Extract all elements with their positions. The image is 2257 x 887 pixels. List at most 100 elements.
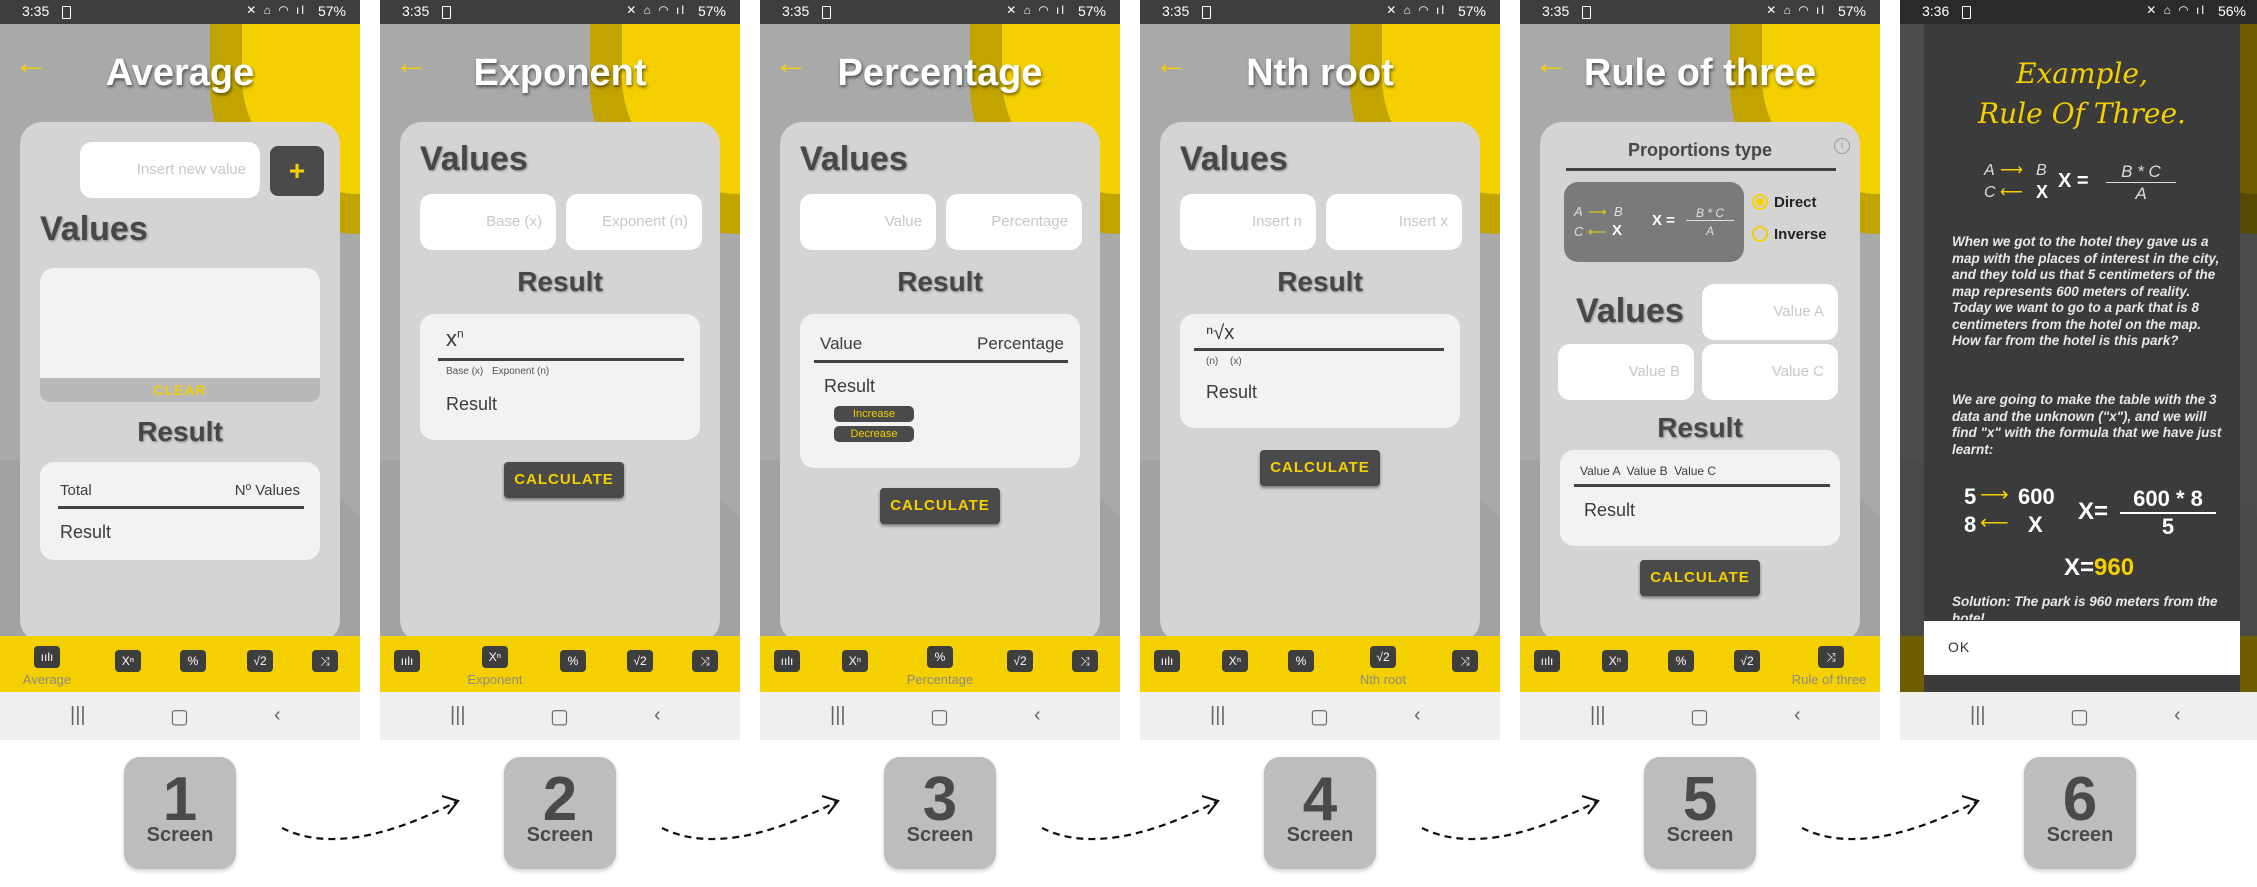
average-icon[interactable]: ıılı — [774, 650, 800, 672]
root-icon[interactable]: √2 — [1734, 650, 1760, 672]
home-icon[interactable]: ▢ — [550, 704, 569, 729]
page-title: Percentage — [837, 52, 1043, 94]
home-icon[interactable]: ▢ — [170, 704, 189, 729]
step-number: 1 — [162, 765, 198, 834]
percentage-input[interactable]: Percentage — [946, 194, 1082, 250]
exponent-icon[interactable]: Xⁿ — [482, 646, 508, 668]
status-time: 3:35 — [22, 3, 50, 19]
diagram-x: X — [1612, 222, 1623, 239]
exponent-icon[interactable]: Xⁿ — [842, 650, 868, 672]
value-input[interactable]: Value — [800, 194, 936, 250]
value-c-input[interactable]: Value C — [1702, 344, 1838, 400]
nav-label-exponent[interactable]: Exponent — [450, 672, 540, 687]
average-icon[interactable]: ıılı — [34, 646, 60, 668]
increase-button[interactable]: Increase — [834, 406, 914, 422]
home-icon[interactable]: ▢ — [930, 704, 949, 729]
root-icon[interactable]: √2 — [1370, 646, 1396, 668]
recent-apps-icon[interactable]: ||| — [1970, 704, 1986, 727]
direct-radio[interactable] — [1752, 194, 1768, 210]
percentage-icon[interactable]: % — [560, 650, 586, 672]
back-icon[interactable]: ‹ — [1034, 704, 1041, 727]
dashed-arrow-icon — [1421, 794, 1600, 841]
root-icon[interactable]: √2 — [1007, 650, 1033, 672]
formula-exponent: n — [457, 326, 464, 341]
legend-x: (x) — [1230, 356, 1242, 367]
rule-of-three-icon[interactable]: ⤨ — [692, 650, 718, 672]
formula-numerator: B * C — [1686, 206, 1734, 221]
formula: xn — [446, 326, 464, 352]
new-value-input[interactable]: Insert new value — [80, 142, 260, 198]
root-icon[interactable]: √2 — [247, 650, 273, 672]
nav-label-nth-root[interactable]: Nth root — [1338, 672, 1428, 687]
back-icon[interactable]: ‹ — [1414, 704, 1421, 727]
back-icon[interactable]: ‹ — [1794, 704, 1801, 727]
x-input[interactable]: Insert x — [1326, 194, 1462, 250]
rule-of-three-icon[interactable]: ⤨ — [1452, 650, 1478, 672]
home-icon[interactable]: ▢ — [1690, 704, 1709, 729]
back-icon[interactable]: ‹ — [654, 704, 661, 727]
recent-apps-icon[interactable]: ||| — [1590, 704, 1606, 727]
value-b-input[interactable]: Value B — [1558, 344, 1694, 400]
inverse-label[interactable]: Inverse — [1774, 226, 1827, 243]
home-icon[interactable]: ▢ — [1310, 704, 1329, 729]
exponent-icon[interactable]: Xⁿ — [1222, 650, 1248, 672]
n-input[interactable]: Insert n — [1180, 194, 1316, 250]
exponent-icon[interactable]: Xⁿ — [1602, 650, 1628, 672]
decrease-button[interactable]: Decrease — [834, 426, 914, 442]
rule-of-three-icon[interactable]: ⤨ — [312, 650, 338, 672]
nav-label-rule-of-three[interactable]: Rule of three — [1784, 672, 1874, 687]
home-icon[interactable]: ▢ — [2070, 704, 2089, 729]
clear-button[interactable]: CLEAR — [40, 378, 320, 402]
arrow-left-icon: ⟵ — [1588, 224, 1607, 239]
percentage-icon[interactable]: % — [1288, 650, 1314, 672]
example-paragraph-2: We are going to make the table with the … — [1952, 392, 2222, 457]
calculate-button[interactable]: CALCULATE — [504, 462, 624, 498]
result-panel: Value Percentage Result Increase Decreas… — [800, 314, 1080, 468]
rule-of-three-icon[interactable]: ⤨ — [1072, 650, 1098, 672]
info-icon[interactable]: i — [1834, 138, 1850, 154]
nav-label-average[interactable]: Average — [2, 672, 92, 687]
calculate-button[interactable]: CALCULATE — [1640, 560, 1760, 596]
percentage-icon[interactable]: % — [927, 646, 953, 668]
calculate-button[interactable]: CALCULATE — [1260, 450, 1380, 486]
base-input[interactable]: Base (x) — [420, 194, 556, 250]
exponent-input[interactable]: Exponent (n) — [566, 194, 702, 250]
values-heading: Values — [1576, 292, 1684, 330]
battery-level: 57% — [1457, 3, 1486, 19]
exponent-icon[interactable]: Xⁿ — [115, 650, 141, 672]
result-label: Result — [1584, 500, 1636, 520]
direct-label[interactable]: Direct — [1774, 194, 1817, 211]
diagram-a: A — [1984, 162, 1995, 179]
proportion-diagram[interactable]: A ⟶ B C ⟵ X X = B * C A — [1564, 182, 1744, 262]
value-a-input[interactable]: Value A — [1702, 284, 1838, 340]
average-icon[interactable]: ıılı — [1154, 650, 1180, 672]
rule-of-three-icon[interactable]: ⤨ — [1818, 646, 1844, 668]
content-card: Proportions type i A ⟶ B C ⟵ X X = B * C… — [1540, 122, 1860, 642]
step-caption: Screen — [1666, 824, 1734, 846]
ok-button[interactable]: OK — [1948, 639, 1970, 655]
calculate-button[interactable]: CALCULATE — [880, 488, 1000, 524]
add-value-button[interactable]: + — [270, 146, 324, 196]
percentage-icon[interactable]: % — [1668, 650, 1694, 672]
recent-apps-icon[interactable]: ||| — [70, 704, 86, 727]
back-icon[interactable]: ‹ — [274, 704, 281, 727]
result-label: Result — [1206, 382, 1258, 402]
values-list — [40, 268, 320, 378]
status-time: 3:35 — [782, 3, 810, 19]
back-icon[interactable]: ‹ — [2174, 704, 2181, 727]
sim-icon — [62, 6, 71, 19]
average-icon[interactable]: ıılı — [394, 650, 420, 672]
recent-apps-icon[interactable]: ||| — [450, 704, 466, 727]
page-title: Nth root — [1246, 52, 1394, 94]
battery-level: 57% — [1837, 3, 1866, 19]
recent-apps-icon[interactable]: ||| — [1210, 704, 1226, 727]
diagram-c: C — [1984, 184, 1996, 201]
bottom-nav: ıılı Xⁿ Exponent % √2 ⤨ — [380, 636, 740, 692]
average-icon[interactable]: ıılı — [1534, 650, 1560, 672]
percentage-icon[interactable]: % — [180, 650, 206, 672]
root-icon[interactable]: √2 — [627, 650, 653, 672]
page-title: Average — [105, 52, 255, 94]
nav-label-percentage[interactable]: Percentage — [895, 672, 985, 687]
inverse-radio[interactable] — [1752, 226, 1768, 242]
recent-apps-icon[interactable]: ||| — [830, 704, 846, 727]
